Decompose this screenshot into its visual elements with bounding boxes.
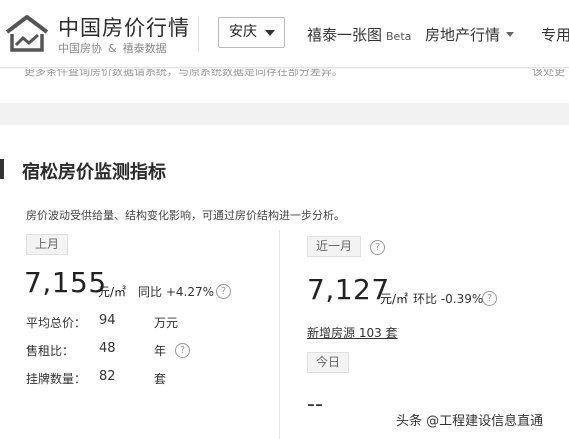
notice-link[interactable]: 该处更: [532, 69, 565, 79]
header-divider: [198, 16, 199, 52]
last-month-panel: 上月 7,155 元/㎡ 同比 +4.27% ? 平均总价： 94 万元 售租比…: [10, 230, 280, 439]
today-tag[interactable]: 今日: [307, 352, 350, 373]
avg-total-unit: 万元: [154, 316, 179, 330]
brand-sub-right: 禧泰数据: [122, 42, 167, 55]
card-description: 房价波动受供给量、结构变化影响，可通过房价结构进一步分析。: [26, 209, 345, 222]
nav-item-label: 专用: [541, 26, 569, 44]
card-title: 宿松房价监测指标: [22, 162, 166, 183]
rent-ratio-value: 48: [99, 341, 116, 356]
city-select[interactable]: 安庆: [218, 17, 285, 48]
today-value: --: [307, 392, 323, 417]
last-month-tag[interactable]: 上月: [26, 234, 69, 255]
notice-strip: 更多条件查询房价数据请系统，与原系统数据是同存在部分差异。 该处更: [0, 69, 569, 103]
house-chart-logo-icon[interactable]: [4, 14, 50, 54]
price-monitor-card: 宿松房价监测指标 房价波动受供给量、结构变化影响，可通过房价结构进一步分析。 上…: [0, 125, 569, 439]
last-month-price: 7,155: [24, 266, 107, 299]
help-icon[interactable]: ?: [216, 284, 231, 299]
city-select-value: 安庆: [229, 24, 257, 40]
recent-month-price: 7,127: [307, 273, 390, 306]
listing-count-unit: 套: [154, 372, 167, 386]
brand-sub-left: 中国房协: [58, 42, 102, 55]
brand-subtitle: 中国房协 & 禧泰数据: [58, 40, 167, 56]
listing-count-value: 82: [99, 369, 116, 384]
title-accent-bar: [0, 159, 4, 179]
yoy-change: 同比 +4.27%: [138, 285, 214, 299]
listing-count-label: 挂牌数量：: [26, 372, 87, 386]
source-watermark: 头条 @工程建设信息直通: [396, 410, 544, 429]
new-listings-link[interactable]: 新增房源 103 套: [307, 324, 398, 341]
recent-month-tag[interactable]: 近一月: [307, 236, 362, 257]
beta-badge: Beta: [386, 30, 412, 43]
help-icon[interactable]: ?: [175, 343, 190, 358]
nav-item-special[interactable]: 专用: [541, 24, 569, 45]
help-icon[interactable]: ?: [482, 291, 497, 306]
chevron-down-icon: [506, 32, 515, 37]
nav-item-xitai-map[interactable]: 禧泰一张图 Beta: [307, 24, 411, 45]
brand-sub-amp: &: [108, 42, 117, 55]
notice-text: 更多条件查询房价数据请系统，与原系统数据是同存在部分差异。: [24, 69, 343, 78]
site-header: 中国房价行情 中国房协 & 禧泰数据 安庆 禧泰一张图 Beta 房地产行情 专用: [0, 0, 569, 68]
recent-month-panel: 近一月 ? 7,127 元/㎡ 环比 -0.39% ? 新增房源 103 套 今…: [292, 230, 569, 439]
nav-item-label: 房地产行情: [425, 26, 501, 44]
nav-item-label: 禧泰一张图: [307, 26, 383, 44]
help-icon[interactable]: ?: [370, 240, 385, 255]
avg-total-value: 94: [99, 313, 116, 328]
nav-item-market[interactable]: 房地产行情: [425, 24, 515, 45]
price-unit: 元/㎡: [98, 285, 127, 299]
price-unit: 元/㎡: [380, 292, 409, 306]
chevron-down-icon: [265, 30, 275, 36]
rent-ratio-label: 售租比：: [26, 344, 75, 358]
avg-total-label: 平均总价：: [26, 316, 87, 330]
mom-change: 环比 -0.39%: [413, 292, 484, 306]
brand-title[interactable]: 中国房价行情: [58, 12, 190, 42]
rent-ratio-unit: 年: [154, 344, 167, 358]
